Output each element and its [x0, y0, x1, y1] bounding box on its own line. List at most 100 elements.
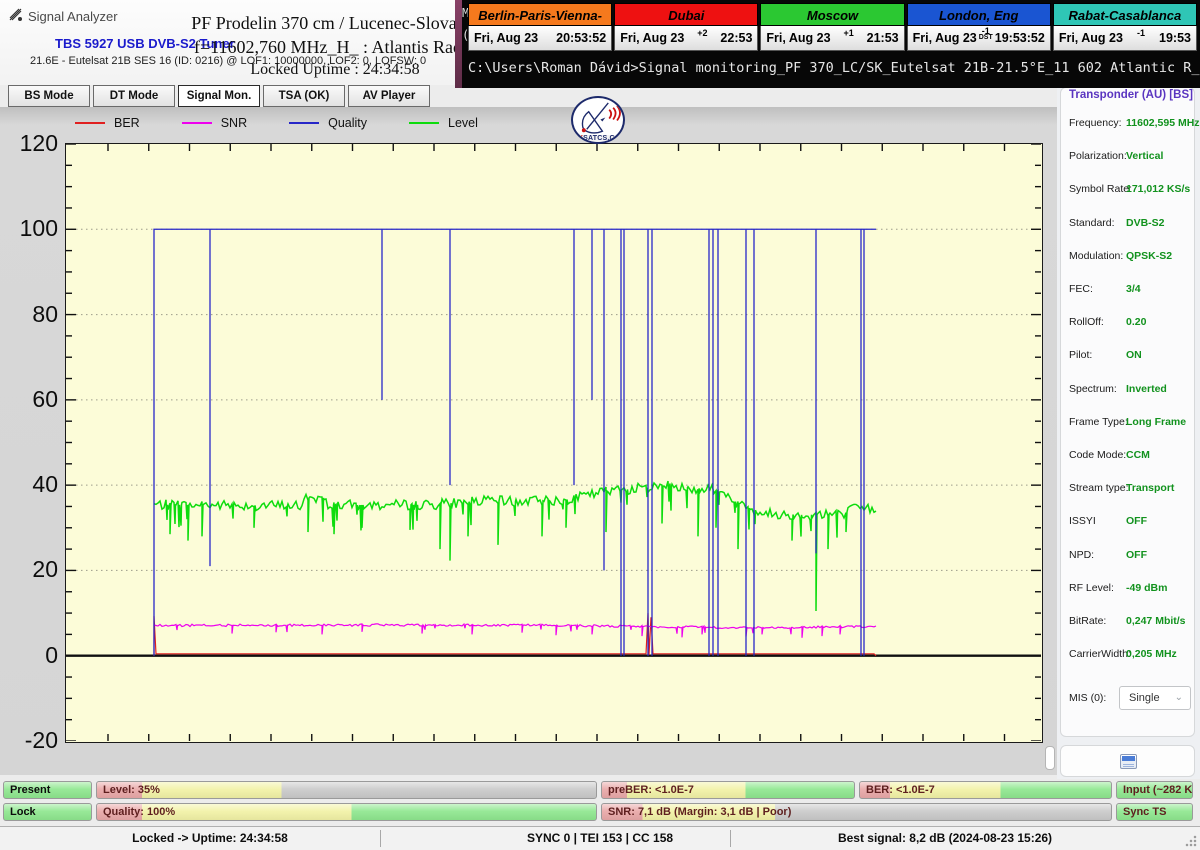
- transponder-group-box: Transponder (AU) [BS] Frequency: 11602,5…: [1060, 87, 1195, 737]
- chart-scrollbar-thumb[interactable]: [1045, 746, 1055, 770]
- ber-bar: BER: <1.0E-7: [859, 781, 1112, 799]
- dxsatcs-logo-emblem: DXSATCS.COM: [571, 96, 625, 144]
- transponder-row: Code Mode: CCM: [1069, 449, 1191, 465]
- tp-value: 11602,595 MHz: [1126, 117, 1200, 129]
- tp-label: BitRate:: [1069, 615, 1106, 627]
- transponder-header: Transponder (AU) [BS]: [1069, 89, 1193, 101]
- clock-utc-offset: -1DST: [977, 26, 995, 41]
- transponder-row: NPD: OFF: [1069, 549, 1191, 565]
- app-icon: [8, 7, 24, 23]
- ber-bar-label: BER: <1.0E-7: [866, 782, 935, 799]
- transponder-row: CarrierWidth: 0,205 MHz: [1069, 648, 1191, 664]
- tp-value: QPSK-S2: [1126, 250, 1172, 262]
- tp-label: FEC:: [1069, 283, 1093, 295]
- tp-label: NPD:: [1069, 549, 1094, 561]
- transponder-row: BitRate: 0,247 Mbit/s: [1069, 615, 1191, 631]
- y-tick-label: 100: [0, 215, 58, 242]
- tp-value: Long Frame: [1126, 416, 1186, 428]
- clock-hhmm: 20:53:52: [556, 31, 606, 45]
- present-bar: Present: [3, 781, 92, 799]
- legend-label: Quality: [328, 116, 367, 130]
- transponder-row: RollOff: 0.20: [1069, 316, 1191, 332]
- present-bar-label: Present: [10, 782, 50, 799]
- signal-chart-panel: BER SNR Quality Level 120100806040200-20…: [0, 107, 1057, 775]
- quality-bar: Quality: 100%: [96, 803, 597, 821]
- clock-time: Fri, Aug 23 20:53:52: [468, 26, 612, 51]
- y-tick-label: -20: [0, 727, 58, 754]
- preber-bar-label: preBER: <1.0E-7: [608, 782, 694, 799]
- legend-item: Level: [409, 116, 478, 130]
- tp-value: 3/4: [1126, 283, 1141, 295]
- tab-bs-mode[interactable]: BS Mode: [8, 85, 90, 107]
- clock-time: Fri, Aug 23 -1 19:53: [1053, 26, 1197, 51]
- mis-row: MIS (0): Single ⌄: [1069, 692, 1191, 704]
- world-clock-bar: Berlin-Paris-Vienna-Roma Fri, Aug 23 20:…: [468, 3, 1197, 53]
- screenshot-button[interactable]: [1060, 745, 1195, 777]
- clock-panel: Berlin-Paris-Vienna-Roma Fri, Aug 23 20:…: [468, 3, 612, 53]
- transponder-row: Standard: DVB-S2: [1069, 217, 1191, 233]
- tp-value: ON: [1126, 349, 1142, 361]
- transponder-sidebar: Transponder (AU) [BS] Frequency: 11602,5…: [1057, 82, 1200, 779]
- level-bar: Level: 35%: [96, 781, 597, 799]
- tp-label: Stream type:: [1069, 482, 1129, 494]
- signal-plot: [65, 143, 1043, 743]
- clock-hhmm: 22:53: [720, 31, 752, 45]
- tp-value: CCM: [1126, 449, 1150, 461]
- preber-bar: preBER: <1.0E-7: [601, 781, 855, 799]
- tp-value: OFF: [1126, 549, 1147, 561]
- tp-label: Spectrum:: [1069, 383, 1117, 395]
- tab-av-player[interactable]: AV Player: [348, 85, 430, 107]
- snr-bar: SNR: 7,1 dB (Margin: 3,1 dB | Poor): [601, 803, 1112, 821]
- tp-label: Pilot:: [1069, 349, 1092, 361]
- legend-line-swatch: [289, 122, 319, 124]
- legend-line-swatch: [182, 122, 212, 124]
- dxsatcs-logo-text: DXSATCS.COM: [573, 135, 623, 142]
- legend-item: Quality: [289, 116, 367, 130]
- transponder-row: Pilot: ON: [1069, 349, 1191, 365]
- status-bar: Locked -> Uptime: 24:34:58 SYNC 0 | TEI …: [0, 826, 1200, 850]
- mis-value: Single: [1129, 692, 1160, 704]
- window-card-icon: [1120, 754, 1137, 769]
- y-tick-label: 20: [0, 556, 58, 583]
- console-command-line: C:\Users\Roman Dávid>Signal monitoring_P…: [468, 60, 1200, 76]
- mis-label: MIS (0):: [1069, 692, 1106, 704]
- tp-value: 0,205 MHz: [1126, 648, 1177, 660]
- tab-signal-mon-[interactable]: Signal Mon.: [178, 85, 260, 107]
- legend-label: Level: [448, 116, 478, 130]
- chevron-down-icon: ⌄: [1175, 687, 1183, 709]
- transponder-row: Polarization: Vertical: [1069, 150, 1191, 166]
- clock-panel: London, Eng Fri, Aug 23 -1DST 19:53:52: [907, 3, 1051, 53]
- resize-grip[interactable]: [1185, 835, 1197, 847]
- mis-dropdown[interactable]: Single ⌄: [1119, 686, 1191, 710]
- dxsatcs-logo: DXSATCS.COM: [568, 96, 630, 152]
- clock-utc-offset: +1: [831, 28, 867, 38]
- mode-tabs: BS ModeDT ModeSignal Mon.TSA (OK)AV Play…: [8, 85, 430, 107]
- transponder-row: Stream type: Transport: [1069, 482, 1191, 498]
- legend-label: BER: [114, 116, 140, 130]
- tp-label: RollOff:: [1069, 316, 1104, 328]
- tp-value: -49 dBm: [1126, 582, 1167, 594]
- window-title: Signal Analyzer: [28, 9, 118, 24]
- status-uptime: Locked -> Uptime: 24:34:58: [60, 831, 360, 845]
- transponder-row: RF Level: -49 dBm: [1069, 582, 1191, 598]
- clock-city: Berlin-Paris-Vienna-Roma: [468, 3, 612, 26]
- tp-label: Standard:: [1069, 217, 1115, 229]
- clock-time: Fri, Aug 23 -1DST 19:53:52: [907, 26, 1051, 51]
- clock-time: Fri, Aug 23 +2 22:53: [614, 26, 758, 51]
- clock-utc-offset: -1: [1123, 28, 1159, 38]
- clock-hhmm: 19:53:52: [995, 31, 1045, 45]
- clock-date: Fri, Aug 23: [620, 31, 684, 45]
- clock-panel: Moscow Fri, Aug 23 +1 21:53: [760, 3, 904, 53]
- tab-dt-mode[interactable]: DT Mode: [93, 85, 175, 107]
- transponder-row: FEC: 3/4: [1069, 283, 1191, 299]
- tp-value: Transport: [1126, 482, 1174, 494]
- tp-value: 171,012 KS/s: [1126, 183, 1190, 195]
- tab-tsa-ok-[interactable]: TSA (OK): [263, 85, 345, 107]
- tp-value: Vertical: [1126, 150, 1163, 162]
- tp-label: Symbol Rate:: [1069, 183, 1132, 195]
- tp-label: Frequency:: [1069, 117, 1122, 129]
- clock-panel: Rabat-Casablanca Fri, Aug 23 -1 19:53: [1053, 3, 1197, 53]
- tp-label: Frame Type:: [1069, 416, 1128, 428]
- clock-city: Dubai: [614, 3, 758, 26]
- sync-bar-label: Sync TS: [1123, 804, 1166, 821]
